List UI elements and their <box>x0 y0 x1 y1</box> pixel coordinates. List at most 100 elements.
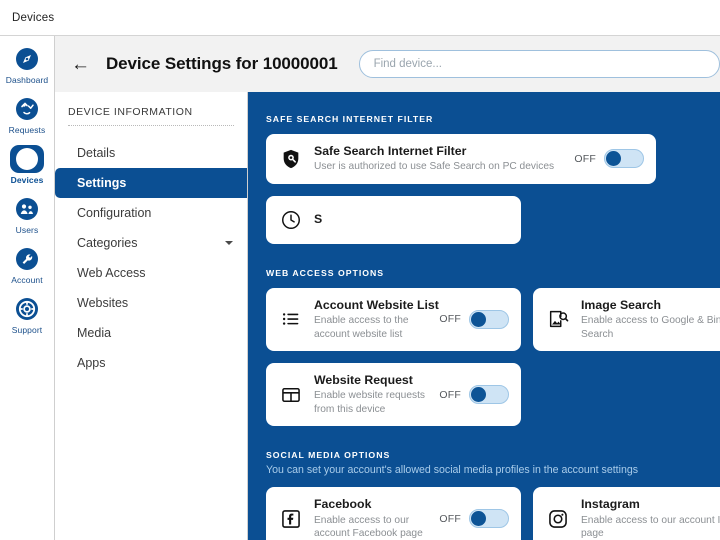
card-text: S <box>314 212 509 227</box>
settings-card-grid: FacebookEnable access to our account Fac… <box>266 487 720 540</box>
device-subnav: DEVICE INFORMATION Details Settings Config… <box>55 92 248 540</box>
subnav-item-settings[interactable]: Settings <box>55 168 247 198</box>
subnav-item-label: Apps <box>77 356 106 370</box>
users-icon <box>10 195 44 223</box>
card-text: Instagram Enable access to our account In… <box>581 497 720 540</box>
setting-card[interactable]: Safe Search Internet FilterUser is autho… <box>266 134 656 184</box>
subnav-item-websites[interactable]: Websites <box>55 288 247 318</box>
subnav-item-categories[interactable]: Categories <box>55 228 247 258</box>
subnav-item-details[interactable]: Details <box>55 138 247 168</box>
subnav-item-label: Media <box>77 326 111 340</box>
page-title: Device Settings for 10000001 <box>106 54 338 74</box>
card-description: User is authorized to use Safe Search on… <box>314 160 566 173</box>
back-arrow-icon[interactable]: ← <box>71 55 90 74</box>
subnav-title: DEVICE INFORMATION <box>55 106 247 118</box>
subnav-item-list: Details Settings Configuration Categories We… <box>55 138 247 378</box>
card-description: Enable access to our account Instagram p… <box>581 514 720 540</box>
card-controls: OFF <box>574 149 644 168</box>
setting-card[interactable]: Image SearchEnable access to Google & Bi… <box>533 288 720 351</box>
sidebar-item-label: Dashboard <box>6 75 48 85</box>
sidebar-item-dashboard[interactable]: Dashboard <box>0 45 54 85</box>
card-description: Enable access to the account website lis… <box>314 314 431 341</box>
setting-card[interactable]: Website RequestEnable website requests f… <box>266 363 521 426</box>
facebook-icon <box>278 506 304 532</box>
sidebar-item-users[interactable]: Users <box>0 195 54 235</box>
clock-icon <box>278 207 304 233</box>
window-icon <box>278 382 304 408</box>
setting-card[interactable]: FacebookEnable access to our account Fac… <box>266 487 521 540</box>
card-text: Website RequestEnable website requests f… <box>314 373 431 416</box>
subnav-divider <box>68 125 234 126</box>
subnav-item-web-access[interactable]: Web Access <box>55 258 247 288</box>
card-controls: OFF <box>439 385 509 404</box>
breadcrumb-bar: Devices <box>0 0 720 36</box>
list-icon <box>278 306 304 332</box>
page-header: ← Device Settings for 10000001 <box>55 36 720 92</box>
toggle-knob <box>606 151 621 166</box>
card-title: Image Search <box>581 298 720 313</box>
toggle-switch[interactable] <box>469 310 509 329</box>
status-badge: OFF <box>439 513 461 525</box>
sidebar-item-label: Account <box>11 275 42 285</box>
breadcrumb[interactable]: Devices <box>12 12 54 24</box>
toggle-switch[interactable] <box>469 385 509 404</box>
search-container <box>359 50 720 78</box>
toggle-knob <box>471 387 486 402</box>
search-input[interactable] <box>359 50 720 78</box>
card-text: Image SearchEnable access to Google & Bi… <box>581 298 720 341</box>
settings-card-grid: Account Website ListEnable access to the… <box>266 288 720 427</box>
body-row: DEVICE INFORMATION Details Settings Config… <box>55 92 720 540</box>
subnav-item-label: Configuration <box>77 206 151 220</box>
toggle-switch[interactable] <box>604 149 644 168</box>
image-search-icon <box>545 306 571 332</box>
status-badge: OFF <box>574 153 596 165</box>
card-description: Enable website requests from this device <box>314 389 431 416</box>
card-title: Website Request <box>314 373 431 388</box>
section-heading: WEB ACCESS OPTIONS <box>266 268 720 278</box>
card-text: FacebookEnable access to our account Fac… <box>314 497 431 540</box>
subnav-item-apps[interactable]: Apps <box>55 348 247 378</box>
lifebuoy-icon <box>10 295 44 323</box>
card-title: S <box>314 212 509 227</box>
subnav-item-label: Details <box>77 146 115 160</box>
section-subtitle: You can set your account's allowed socia… <box>266 464 720 476</box>
sidebar-item-label: Devices <box>11 175 44 185</box>
toggle-switch[interactable] <box>469 509 509 528</box>
card-description: Enable access to Google & Bing Image Sea… <box>581 314 720 341</box>
subnav-item-label: Settings <box>77 176 126 190</box>
primary-sidebar: Dashboard Requests Devices Users Account Supp… <box>0 36 55 540</box>
settings-content-panel: SAFE SEARCH INTERNET FILTER Safe Search I… <box>248 92 720 540</box>
card-title: Account Website List <box>314 298 431 313</box>
sidebar-item-label: Support <box>12 325 42 335</box>
section-heading: SAFE SEARCH INTERNET FILTER <box>266 114 720 124</box>
subnav-item-label: Categories <box>77 236 137 250</box>
setting-card[interactable]: Account Website ListEnable access to the… <box>266 288 521 351</box>
chevron-down-icon[interactable] <box>225 241 233 245</box>
compass-icon <box>10 45 44 73</box>
card-controls: OFF <box>439 509 509 528</box>
toggle-knob <box>471 312 486 327</box>
subnav-item-label: Websites <box>77 296 128 310</box>
card-title: Instagram <box>581 497 720 512</box>
sidebar-item-devices[interactable]: Devices <box>0 145 54 185</box>
sidebar-item-account[interactable]: Account <box>0 245 54 285</box>
app-shell: Dashboard Requests Devices Users Account Supp… <box>0 36 720 540</box>
sidebar-item-label: Requests <box>9 125 46 135</box>
subnav-item-label: Web Access <box>77 266 146 280</box>
subnav-item-media[interactable]: Media <box>55 318 247 348</box>
settings-card-grid: Safe Search Internet FilterUser is autho… <box>266 134 720 244</box>
devices-nodes-icon <box>10 145 44 173</box>
subnav-item-configuration[interactable]: Configuration <box>55 198 247 228</box>
shield-search-icon <box>278 146 304 172</box>
sidebar-item-requests[interactable]: Requests <box>0 95 54 135</box>
setting-card[interactable]: S <box>266 196 521 244</box>
toggle-knob <box>471 511 486 526</box>
wrench-icon <box>10 245 44 273</box>
status-badge: OFF <box>439 389 461 401</box>
card-text: Account Website ListEnable access to the… <box>314 298 431 341</box>
card-controls: OFF <box>439 310 509 329</box>
sidebar-item-support[interactable]: Support <box>0 295 54 335</box>
main-column: ← Device Settings for 10000001 DEVICE IN… <box>55 36 720 540</box>
setting-card[interactable]: Instagram Enable access to our account In… <box>533 487 720 540</box>
card-title: Facebook <box>314 497 431 512</box>
